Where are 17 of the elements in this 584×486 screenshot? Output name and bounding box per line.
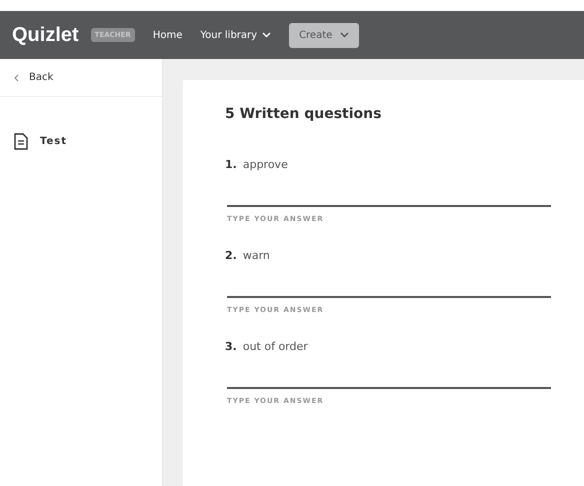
nav-link[interactable]: Home [152,30,182,40]
chevron-down-icon [262,32,272,38]
question-number: 1. [225,158,237,171]
document-icon [14,133,28,150]
back-chevron-icon [14,74,19,82]
back-link[interactable]: Back [0,59,162,97]
nav-dropdown[interactable]: Your library [200,30,272,40]
question-number: 2. [225,249,237,262]
logo[interactable]: Quizlet [12,24,79,46]
sidebar-item[interactable]: Test [0,97,162,150]
test-title: 5 Written questions [225,106,382,122]
create-button[interactable]: Create [289,22,360,48]
question-prompt: warn [242,249,270,262]
question-number: 3. [225,340,237,353]
chevron-down-icon [340,32,350,38]
question-prompt: approve [242,158,288,171]
question-prompt: out of order [242,340,308,353]
